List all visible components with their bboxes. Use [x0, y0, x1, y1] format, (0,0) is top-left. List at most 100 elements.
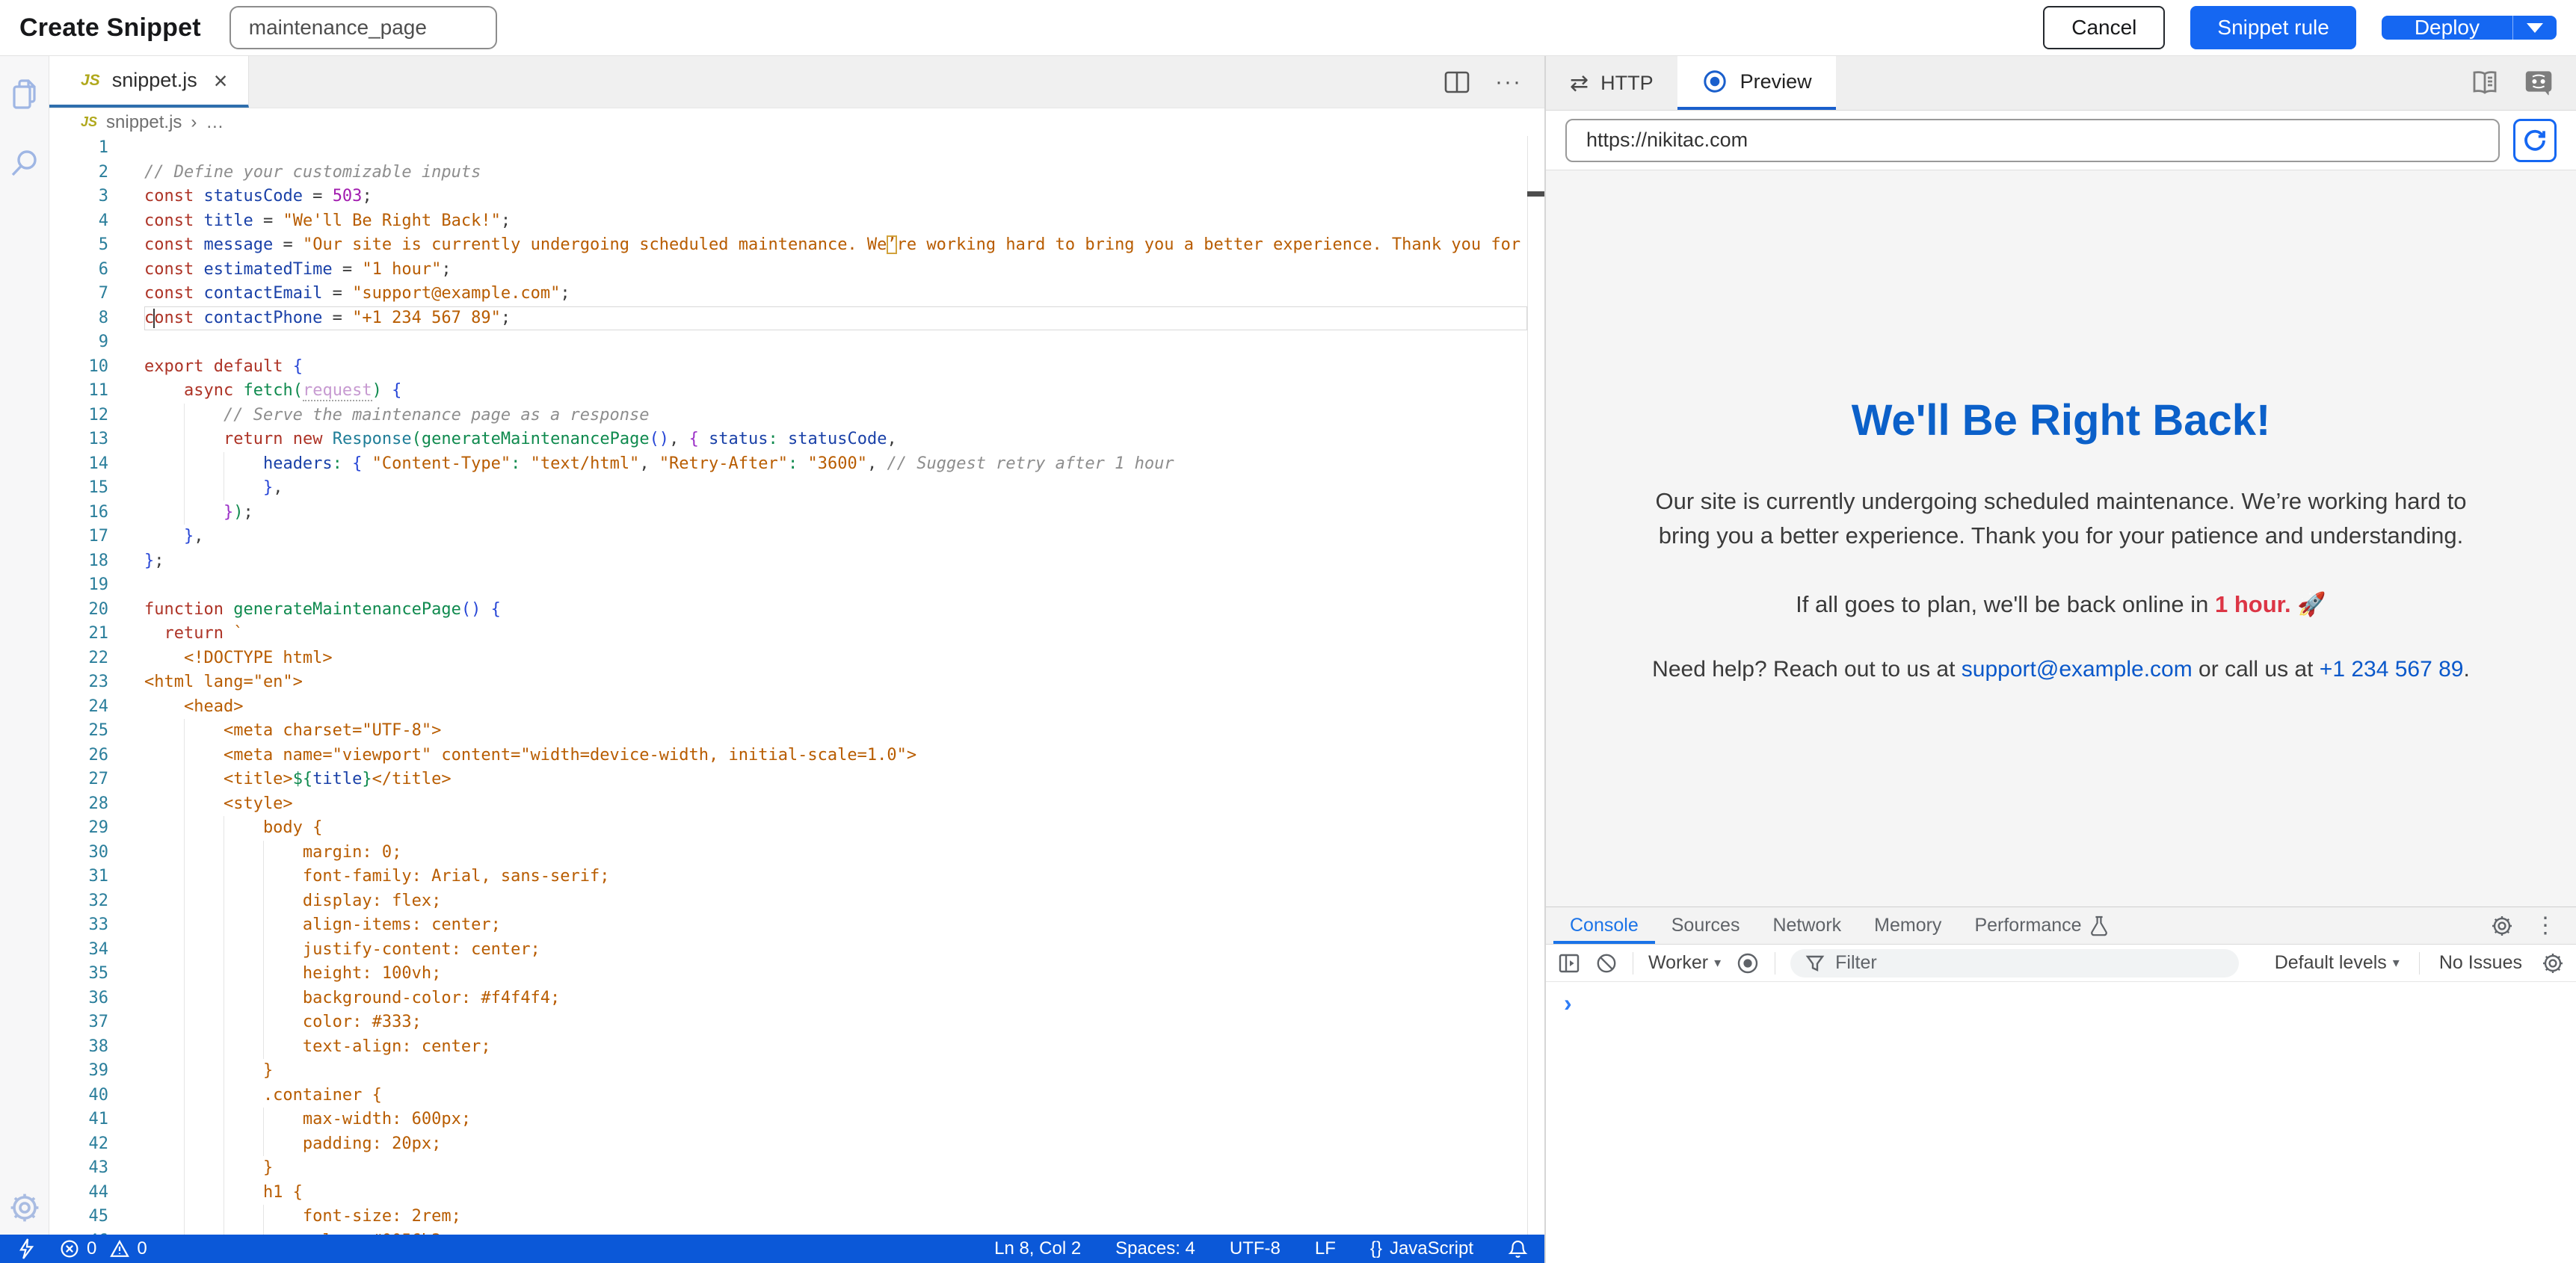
- code-line[interactable]: 33 align-items: center;: [49, 913, 1527, 938]
- code-line[interactable]: 3const statusCode = 503;: [49, 185, 1527, 209]
- editor-scrollbar[interactable]: [1527, 136, 1544, 1235]
- phone-link[interactable]: +1 234 567 89: [2320, 657, 2464, 682]
- docs-book-icon[interactable]: [2470, 68, 2500, 98]
- snippet-rule-button[interactable]: Snippet rule: [2190, 6, 2355, 49]
- code-line[interactable]: 37 color: #333;: [49, 1010, 1527, 1035]
- code-line[interactable]: 44 h1 {: [49, 1181, 1527, 1205]
- code-line[interactable]: 28 <style>: [49, 792, 1527, 817]
- split-editor-icon[interactable]: [1444, 71, 1470, 93]
- code-line[interactable]: 24 <head>: [49, 695, 1527, 720]
- code-line[interactable]: 32 display: flex;: [49, 889, 1527, 914]
- breadcrumb[interactable]: JS snippet.js › …: [49, 108, 1544, 136]
- code-line[interactable]: 17 },: [49, 525, 1527, 549]
- maintenance-eta: If all goes to plan, we'll be back onlin…: [1631, 590, 2491, 618]
- code-line[interactable]: 6const estimatedTime = "1 hour";: [49, 258, 1527, 282]
- code-line[interactable]: 35 height: 100vh;: [49, 962, 1527, 986]
- execution-context-selector[interactable]: Worker▾: [1648, 952, 1721, 974]
- devtools-settings-gear-icon[interactable]: [2491, 915, 2513, 937]
- code-line[interactable]: 23<html lang="en">: [49, 670, 1527, 695]
- code-line[interactable]: 4const title = "We'll Be Right Back!";: [49, 209, 1527, 234]
- console-filter-input[interactable]: Filter: [1790, 949, 2239, 978]
- code-line[interactable]: 20function generateMaintenancePage() {: [49, 598, 1527, 623]
- code-editor[interactable]: 12// Define your customizable inputs3con…: [49, 136, 1544, 1235]
- code-line[interactable]: 15 },: [49, 476, 1527, 501]
- code-line[interactable]: 5const message = "Our site is currently …: [49, 233, 1527, 258]
- cursor-position[interactable]: Ln 8, Col 2: [994, 1238, 1081, 1259]
- code-line[interactable]: 8const contactPhone = "+1 234 567 89";: [49, 306, 1527, 331]
- code-line[interactable]: 18};: [49, 549, 1527, 574]
- code-line[interactable]: 19: [49, 573, 1527, 598]
- tab-preview[interactable]: Preview: [1677, 56, 1836, 110]
- language-mode[interactable]: {} JavaScript: [1370, 1238, 1473, 1259]
- code-line[interactable]: 39 }: [49, 1059, 1527, 1084]
- tab-sources[interactable]: Sources: [1655, 907, 1757, 944]
- preview-url-input[interactable]: [1565, 119, 2500, 162]
- code-line[interactable]: 40 .container {: [49, 1084, 1527, 1108]
- console-sidebar-toggle-icon[interactable]: [1558, 952, 1580, 975]
- tab-console[interactable]: Console: [1553, 907, 1655, 944]
- code-line[interactable]: 30 margin: 0;: [49, 841, 1527, 865]
- code-line[interactable]: 26 <meta name="viewport" content="width=…: [49, 744, 1527, 768]
- clear-console-icon[interactable]: [1595, 952, 1618, 975]
- chevron-down-icon: [2527, 23, 2543, 33]
- tab-performance[interactable]: Performance: [1958, 907, 2124, 944]
- live-expression-eye-icon[interactable]: [1736, 951, 1760, 975]
- code-line[interactable]: 1: [49, 136, 1527, 161]
- snippet-name-input[interactable]: [229, 6, 497, 49]
- more-actions-icon[interactable]: ···: [1495, 70, 1522, 95]
- tab-memory[interactable]: Memory: [1858, 907, 1958, 944]
- deploy-dropdown-button[interactable]: [2513, 16, 2557, 40]
- deploy-button[interactable]: Deploy: [2382, 16, 2513, 40]
- code-line[interactable]: 29 body {: [49, 816, 1527, 841]
- console-log-area[interactable]: ›: [1546, 982, 2576, 1263]
- code-line[interactable]: 11 async fetch(request) {: [49, 379, 1527, 404]
- console-settings-gear-icon[interactable]: [2542, 952, 2564, 975]
- breadcrumb-file[interactable]: snippet.js: [106, 112, 182, 133]
- code-line[interactable]: 27 <title>${title}</title>: [49, 768, 1527, 792]
- code-line[interactable]: 12 // Serve the maintenance page as a re…: [49, 404, 1527, 428]
- issues-counter[interactable]: No Issues: [2439, 952, 2522, 974]
- code-line[interactable]: 22 <!DOCTYPE html>: [49, 646, 1527, 671]
- indent-guide: [263, 1010, 264, 1035]
- code-line-content: <title>${title}</title>: [144, 768, 1527, 792]
- code-line[interactable]: 41 max-width: 600px;: [49, 1108, 1527, 1132]
- code-line[interactable]: 31 font-family: Arial, sans-serif;: [49, 865, 1527, 889]
- log-levels-dropdown[interactable]: Default levels▾: [2275, 952, 2400, 974]
- settings-gear-icon[interactable]: [8, 1191, 41, 1224]
- code-line[interactable]: 14 headers: { "Content-Type": "text/html…: [49, 452, 1527, 477]
- rocket-emoji: 🚀: [2297, 591, 2326, 617]
- tab-network[interactable]: Network: [1756, 907, 1858, 944]
- tab-snippet-js[interactable]: JS snippet.js ×: [49, 56, 249, 108]
- files-icon[interactable]: [9, 78, 40, 111]
- indentation-setting[interactable]: Spaces: 4: [1115, 1238, 1195, 1259]
- problems-indicator[interactable]: 0 0: [60, 1238, 147, 1259]
- code-line[interactable]: 16 });: [49, 501, 1527, 525]
- code-line[interactable]: 7const contactEmail = "support@example.c…: [49, 282, 1527, 306]
- code-line[interactable]: 36 background-color: #f4f4f4;: [49, 986, 1527, 1011]
- discord-icon[interactable]: [2524, 68, 2554, 98]
- code-line[interactable]: 9: [49, 330, 1527, 355]
- encoding-setting[interactable]: UTF-8: [1230, 1238, 1281, 1259]
- code-line[interactable]: 42 padding: 20px;: [49, 1132, 1527, 1157]
- code-line[interactable]: 21 return `: [49, 622, 1527, 646]
- cancel-button[interactable]: Cancel: [2043, 6, 2165, 49]
- code-line[interactable]: 46 color: #0056b3;: [49, 1229, 1527, 1235]
- code-line[interactable]: 38 text-align: center;: [49, 1035, 1527, 1060]
- code-line[interactable]: 25 <meta charset="UTF-8">: [49, 719, 1527, 744]
- support-email-link[interactable]: support@example.com: [1962, 657, 2193, 682]
- code-line[interactable]: 10export default {: [49, 355, 1527, 380]
- code-line[interactable]: 13 return new Response(generateMaintenan…: [49, 427, 1527, 452]
- remote-bolt-icon[interactable]: [16, 1238, 36, 1260]
- notifications-bell-icon[interactable]: [1508, 1239, 1528, 1259]
- code-line[interactable]: 2// Define your customizable inputs: [49, 161, 1527, 185]
- code-line[interactable]: 34 justify-content: center;: [49, 938, 1527, 963]
- refresh-button[interactable]: [2513, 119, 2557, 162]
- code-line[interactable]: 45 font-size: 2rem;: [49, 1205, 1527, 1229]
- eol-setting[interactable]: LF: [1315, 1238, 1336, 1259]
- kebab-menu-icon[interactable]: ⋮: [2534, 912, 2557, 939]
- search-icon[interactable]: [9, 147, 40, 179]
- breadcrumb-more[interactable]: …: [206, 112, 224, 133]
- close-icon[interactable]: ×: [214, 69, 228, 93]
- code-line[interactable]: 43 }: [49, 1156, 1527, 1181]
- tab-http[interactable]: ⇄ HTTP: [1546, 56, 1677, 110]
